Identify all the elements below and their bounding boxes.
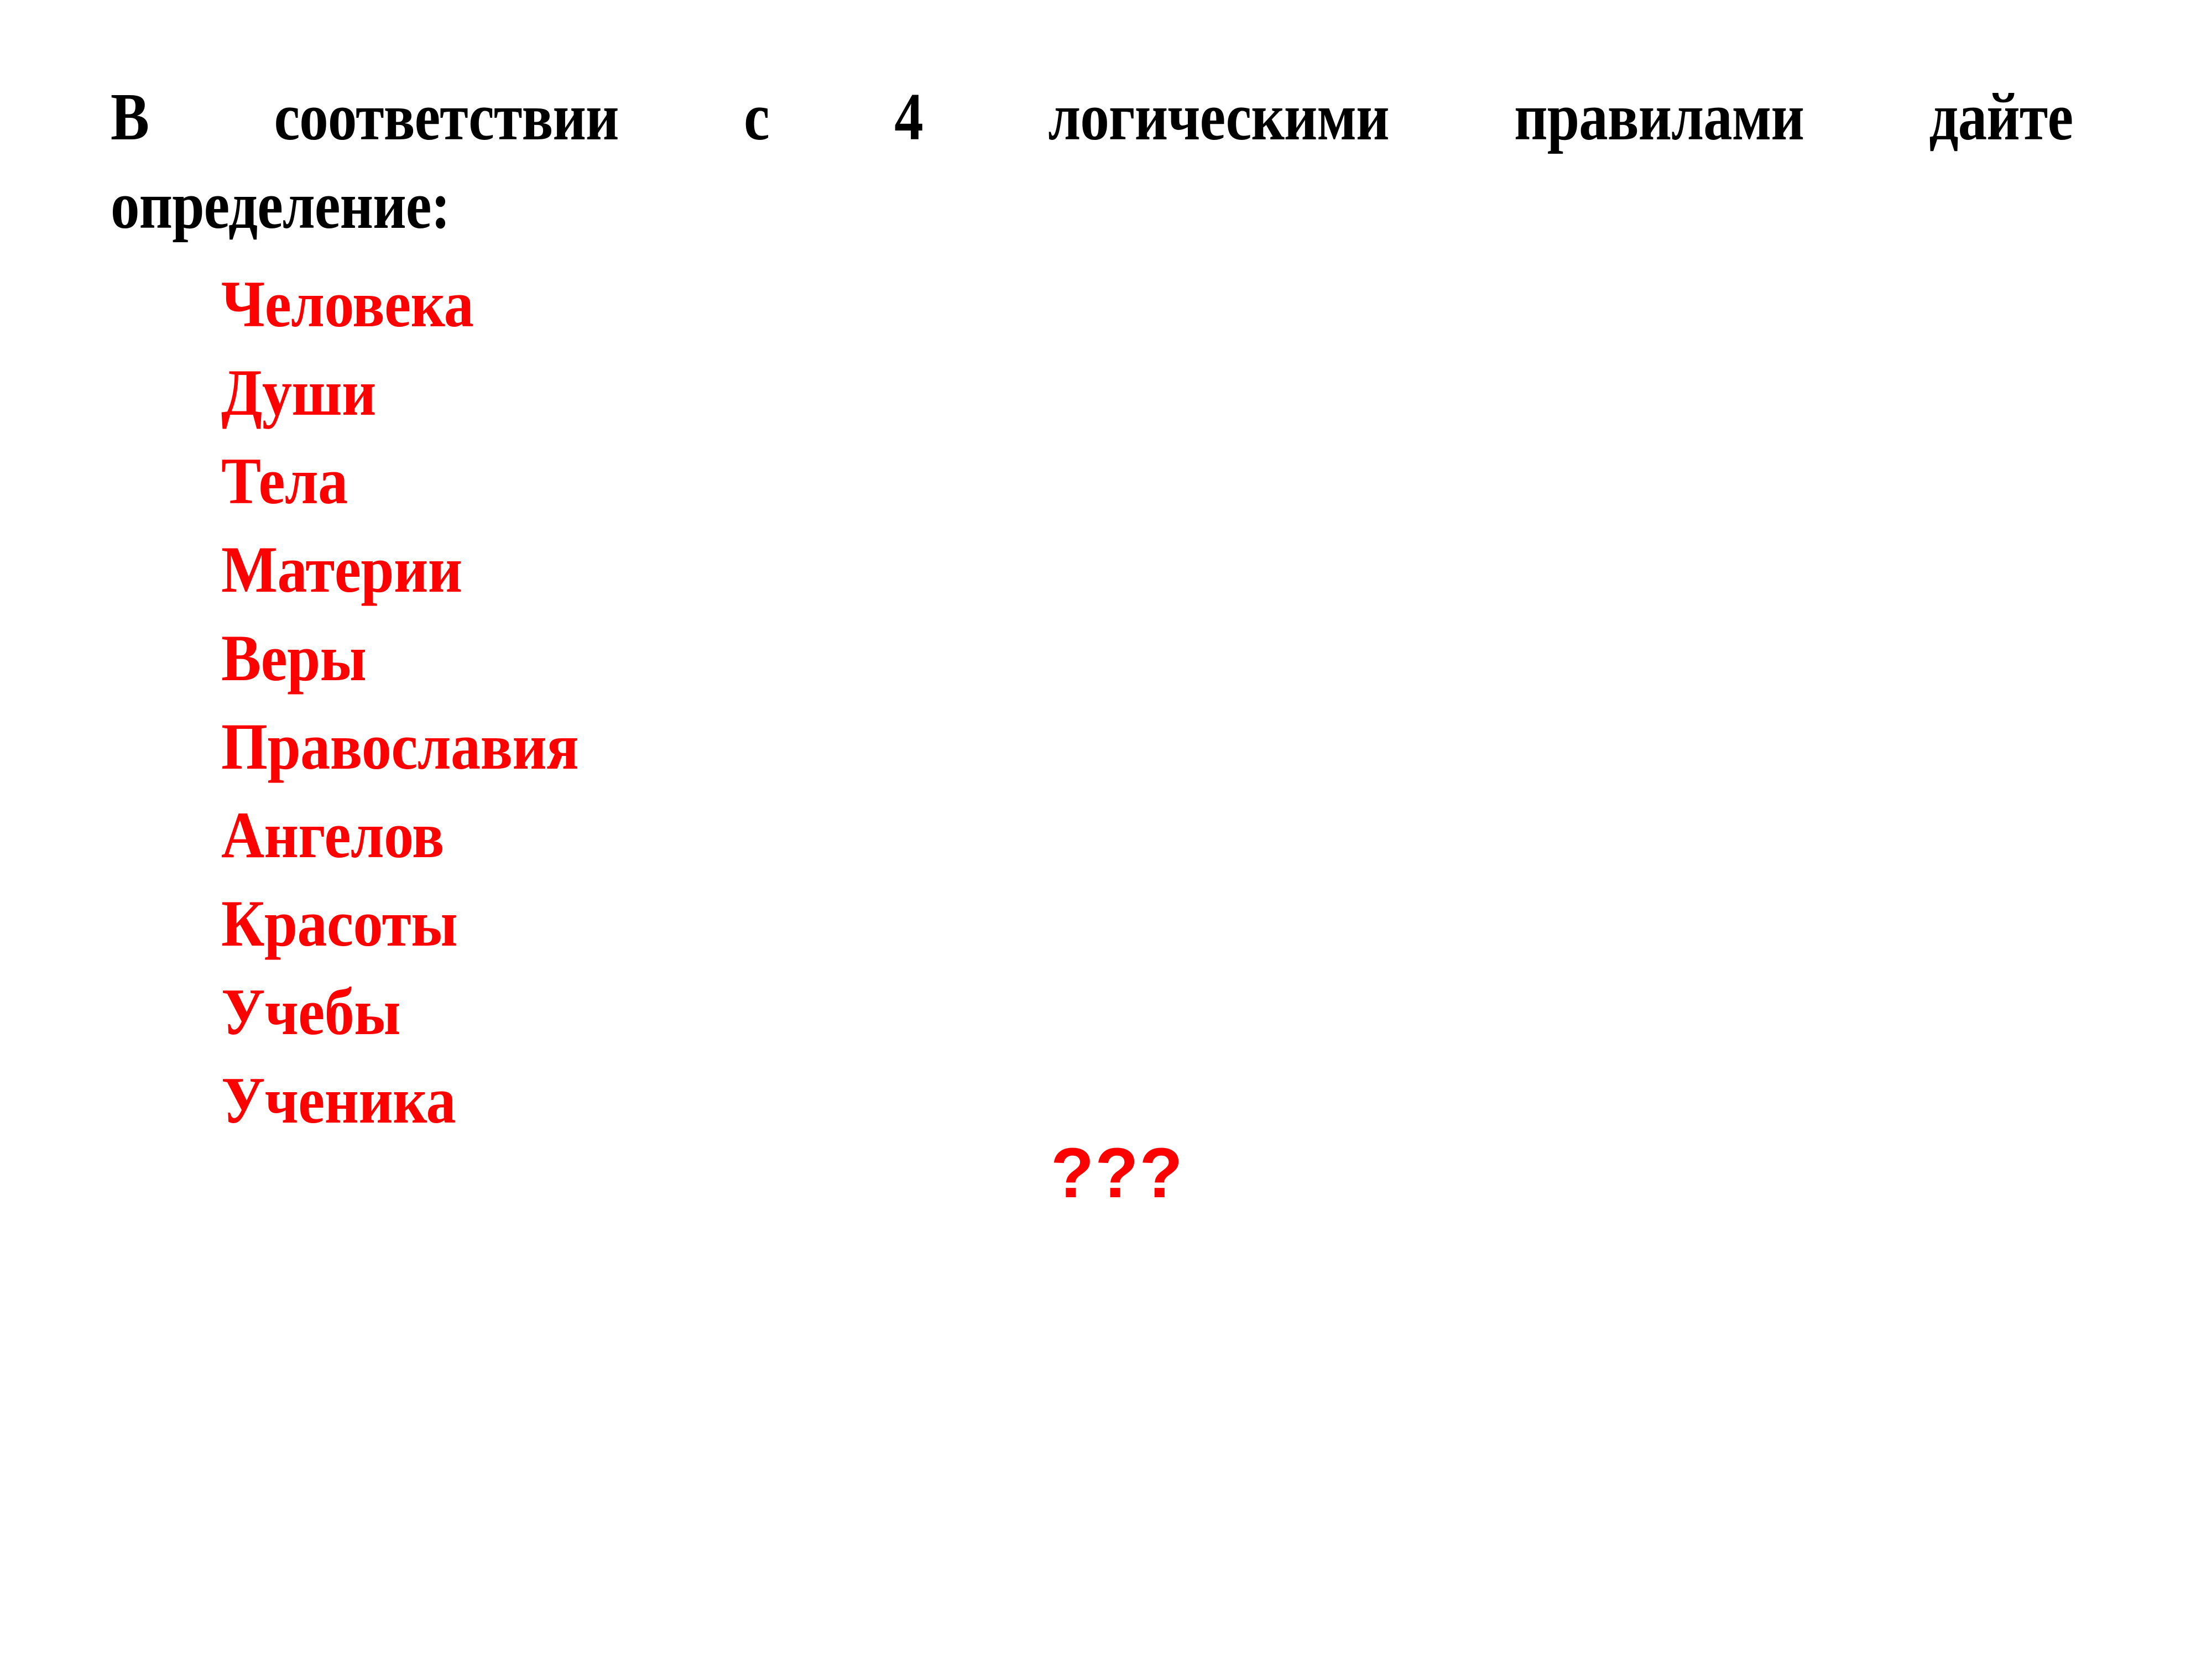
list-item: Веры (221, 621, 367, 695)
list-item: Ангелов (221, 798, 444, 872)
list-item: Учебы (221, 975, 401, 1048)
list-item: Православия (221, 709, 579, 783)
prompt-word-4: 4 (894, 80, 923, 154)
prompt-word-7: дайте (1929, 80, 2074, 154)
prompt-word-2: соответствии (274, 80, 619, 154)
prompt-word-5: логическими (1048, 80, 1389, 154)
prompt-heading-line-1: В соответствии с 4 логическими правилами… (111, 73, 2073, 161)
prompt-word-3: с (744, 80, 770, 154)
list-item: Тела (221, 444, 348, 518)
list-item: Материи (221, 533, 462, 606)
prompt-heading-line-2: определение: (111, 168, 450, 243)
list-item: Ученика (221, 1063, 456, 1137)
question-marks-label: ??? (1051, 1134, 1184, 1213)
prompt-word-6: правилами (1514, 80, 1804, 154)
list-item: Человека (221, 267, 474, 341)
prompt-heading: В соответствии с 4 логическими правилами… (111, 73, 2073, 250)
slide-canvas: В соответствии с 4 логическими правилами… (0, 0, 2212, 1659)
list-item: Души (221, 356, 376, 429)
concept-list: Человека Души Тела Материи Веры Правосла… (221, 260, 618, 1145)
list-item: Красоты (221, 886, 458, 960)
prompt-word-1: В (111, 80, 149, 154)
